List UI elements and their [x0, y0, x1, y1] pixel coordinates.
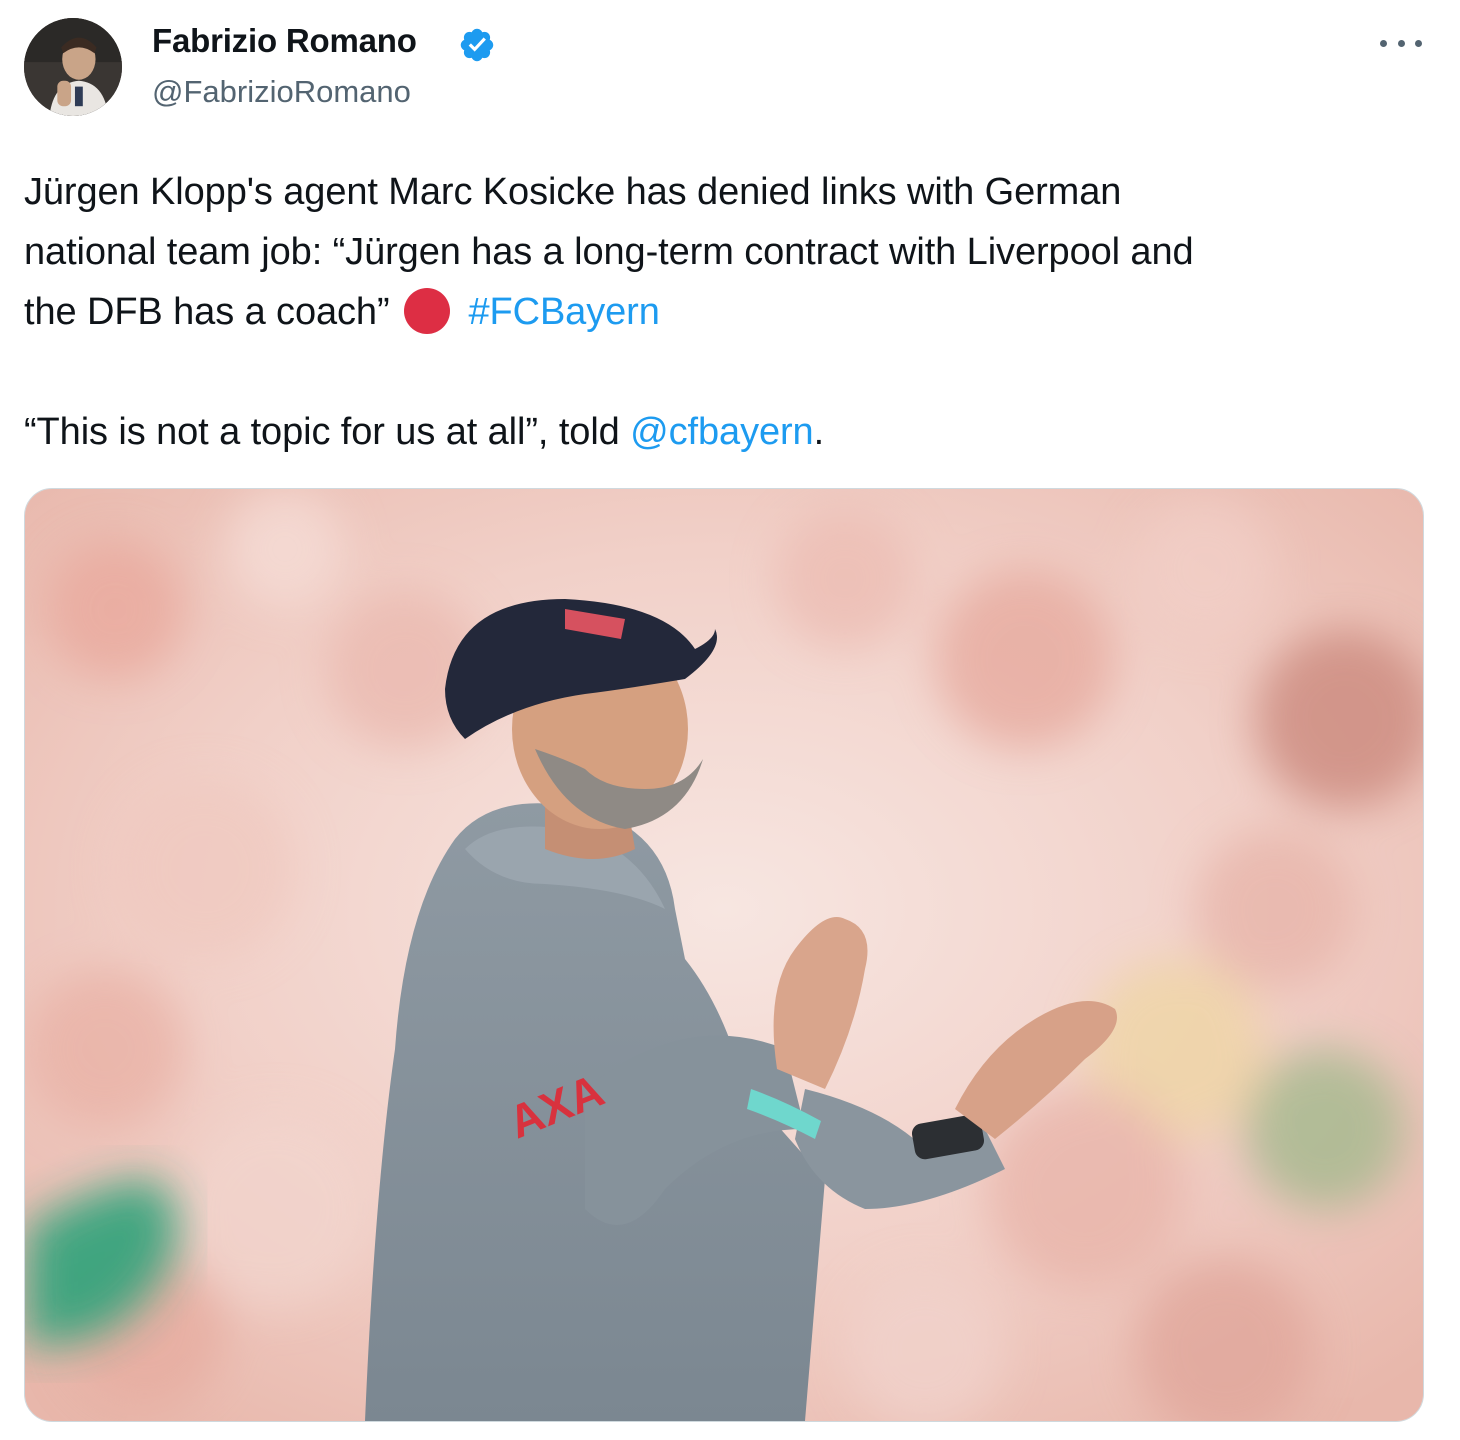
tweet: Fabrizio Romano @FabrizioRomano Jürgen K…: [0, 0, 1460, 1440]
tweet-line-text: .: [813, 411, 825, 453]
tweet-line: the DFB has a coach” #FCBayern: [24, 282, 1424, 342]
more-dot: [1415, 39, 1422, 47]
hashtag-link[interactable]: #FCBayern: [468, 291, 659, 333]
mention-link[interactable]: @cfbayern: [630, 411, 814, 453]
tweet-line: national team job: “Jürgen has a long-te…: [24, 231, 1194, 273]
red-circle-icon: [403, 288, 450, 334]
tweet-line: Jürgen Klopp's agent Marc Kosicke has de…: [24, 171, 1122, 213]
tweet-media-photo[interactable]: AXA: [24, 488, 1424, 1422]
more-dot: [1380, 39, 1387, 47]
tweet-text: Jürgen Klopp's agent Marc Kosicke has de…: [24, 162, 1424, 462]
avatar-image: [24, 18, 122, 116]
handle[interactable]: @FabrizioRomano: [152, 74, 411, 110]
tweet-line-text: “This is not a topic for us at all”, tol…: [24, 411, 631, 453]
more-options-icon[interactable]: [1380, 28, 1422, 58]
avatar[interactable]: [24, 18, 122, 116]
tweet-line: “This is not a topic for us at all”, tol…: [24, 402, 1424, 462]
tweet-line-text: the DFB has a coach”: [24, 291, 390, 333]
display-name[interactable]: Fabrizio Romano: [152, 22, 417, 60]
photo-illustration: AXA: [25, 489, 1423, 1421]
more-dot: [1397, 39, 1405, 47]
verified-badge-icon: [460, 28, 494, 62]
